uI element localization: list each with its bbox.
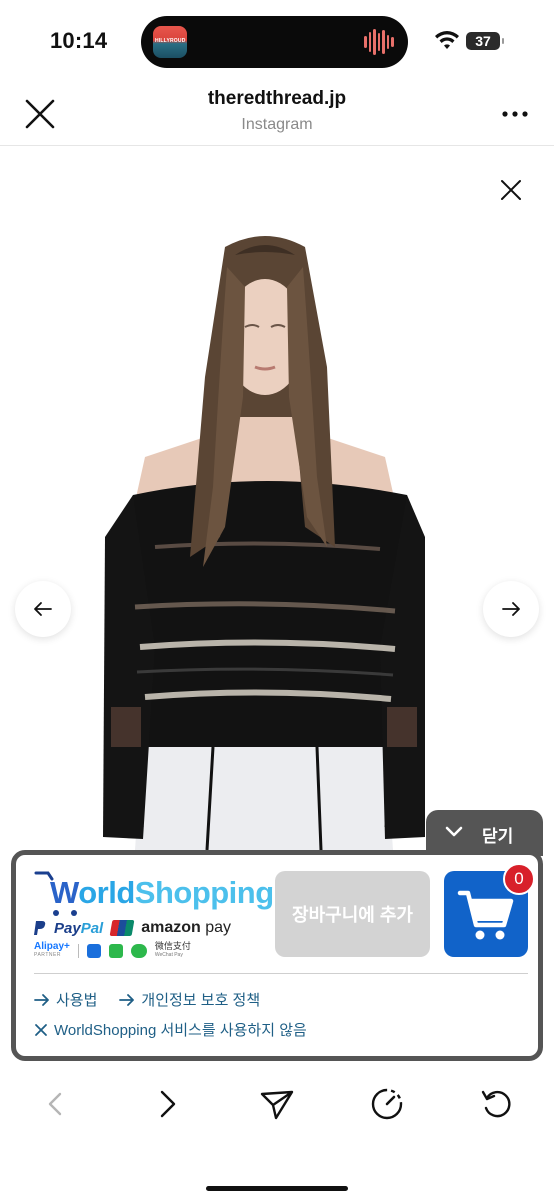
status-time: 10:14	[50, 28, 108, 53]
dynamic-island[interactable]: HILLYROUD	[141, 16, 408, 68]
divider	[34, 973, 528, 974]
more-icon[interactable]	[500, 104, 530, 124]
howto-link[interactable]: 사용법	[34, 989, 97, 1010]
previous-image-button[interactable]	[15, 581, 71, 637]
alipay-logo: Alipay+ PARTNER	[34, 941, 70, 959]
cart-count-badge: 0	[503, 863, 535, 895]
paypal-logo: PayPal	[54, 919, 104, 937]
add-to-cart-button[interactable]: 장바구니에 추가	[275, 871, 430, 957]
alipay-icon	[86, 944, 101, 958]
arrow-left-icon	[34, 602, 52, 616]
panel-links: 사용법 개인정보 보호 정책	[34, 989, 260, 1010]
payment-methods-row-2: Alipay+ PARTNER 微信支付 WeChat Pay	[34, 941, 191, 961]
opt-out-label: WorldShopping 서비스를 사용하지 않음	[54, 1022, 307, 1039]
collapse-panel-label: 닫기	[482, 827, 514, 846]
wifi-icon	[435, 31, 459, 49]
cart-icon	[457, 890, 514, 940]
chevron-down-icon	[445, 826, 463, 837]
amazon-pay-logo: amazon pay	[141, 919, 232, 936]
worldshopping-logo: WorldShopping	[34, 869, 274, 919]
wechat-pay-icon	[130, 944, 147, 958]
status-bar: 10:14 HILLYROUD 37	[0, 0, 554, 84]
browser-header: theredthread.jp Instagram	[0, 84, 554, 146]
wechat-pay-label: 微信支付 WeChat Pay	[154, 941, 191, 959]
island-app-icon: HILLYROUD	[153, 26, 187, 58]
speedometer-icon[interactable]	[369, 1086, 405, 1122]
back-icon[interactable]	[38, 1086, 74, 1122]
privacy-policy-link[interactable]: 개인정보 보호 정책	[119, 989, 260, 1010]
worldshopping-panel: WorldShopping PayPal amazon pay Alipay+ P…	[11, 850, 543, 1061]
wechat-square-icon	[108, 944, 123, 958]
opt-out-link[interactable]: WorldShopping 서비스를 사용하지 않음	[34, 1019, 307, 1040]
privacy-policy-label: 개인정보 보호 정책	[141, 992, 261, 1009]
battery-indicator: 37	[466, 32, 504, 50]
arrow-right-icon	[34, 993, 49, 1006]
unionpay-icon	[109, 920, 135, 936]
share-icon[interactable]	[259, 1086, 295, 1122]
arrow-right-icon	[119, 993, 135, 1006]
close-icon	[35, 1023, 47, 1036]
paypal-icon	[34, 921, 46, 935]
page-subtitle: Instagram	[241, 116, 313, 133]
audio-wave-icon	[364, 28, 395, 56]
product-image	[103, 236, 425, 850]
forward-icon[interactable]	[150, 1086, 186, 1122]
page-title: theredthread.jp	[207, 88, 347, 109]
product-viewer	[0, 147, 554, 850]
howto-link-label: 사용법	[56, 992, 98, 1009]
next-image-button[interactable]	[483, 581, 539, 637]
payment-methods-row: PayPal amazon pay	[34, 917, 231, 939]
reload-icon[interactable]	[479, 1086, 515, 1122]
home-indicator[interactable]	[206, 1186, 348, 1191]
close-image-icon[interactable]	[496, 175, 526, 205]
browser-toolbar	[0, 1072, 554, 1136]
arrow-right-icon	[502, 602, 520, 616]
